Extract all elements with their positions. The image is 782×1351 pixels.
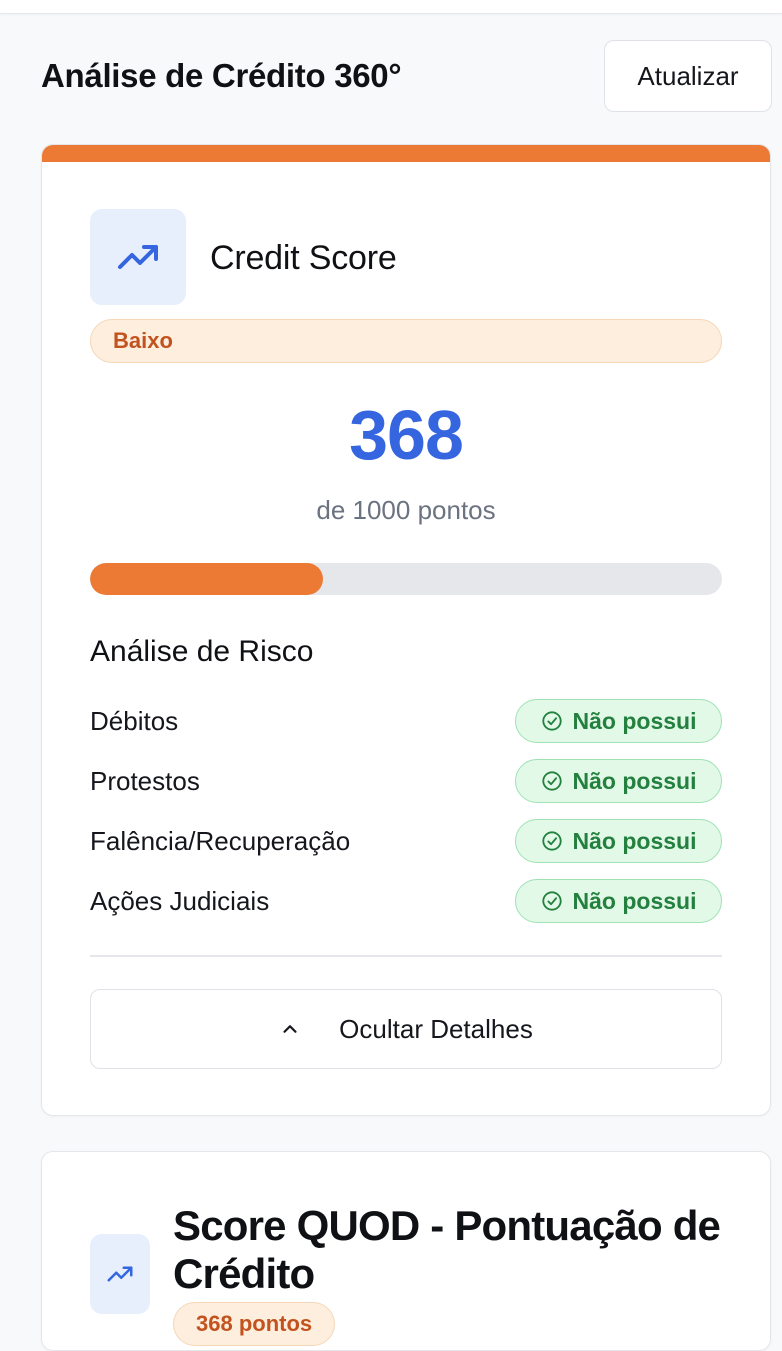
- risk-row-acoes-judiciais: Ações Judiciais Não possui: [90, 879, 722, 923]
- trending-up-icon: [90, 209, 186, 305]
- card-title: Score QUOD - Pontuação de Crédito: [173, 1202, 721, 1297]
- check-circle-icon: [541, 771, 562, 791]
- page-title: Análise de Crédito 360°: [41, 57, 402, 94]
- status-text: Não possui: [572, 827, 697, 854]
- risk-label: Protestos: [90, 765, 200, 796]
- top-bar: [0, 0, 782, 14]
- chevron-up-icon: [283, 1025, 297, 1033]
- check-circle-icon: [541, 891, 562, 911]
- risk-label: Ações Judiciais: [90, 885, 270, 916]
- points-badge: 368 pontos: [173, 1302, 336, 1346]
- hide-details-button[interactable]: Ocultar Detalhes: [90, 989, 722, 1069]
- status-text: Não possui: [572, 887, 697, 914]
- risk-label: Falência/Recuperação: [90, 825, 351, 856]
- risk-label: Débitos: [90, 705, 179, 736]
- status-text: Não possui: [572, 767, 697, 794]
- score-progress-bar: [90, 563, 722, 595]
- check-circle-icon: [541, 831, 562, 851]
- status-badge: Não possui: [515, 759, 722, 803]
- risk-row-debitos: Débitos Não possui: [90, 699, 722, 743]
- score-progress-fill: [90, 563, 323, 595]
- risk-row-falencia: Falência/Recuperação Não possui: [90, 819, 722, 863]
- refresh-button[interactable]: Atualizar: [604, 40, 772, 112]
- status-badge: Não possui: [515, 699, 722, 743]
- card-title: Credit Score: [210, 239, 397, 277]
- check-circle-icon: [541, 711, 562, 731]
- risk-section-title: Análise de Risco: [90, 635, 314, 668]
- status-badge: Não possui: [515, 879, 722, 923]
- status-text: Não possui: [572, 707, 697, 734]
- quod-score-card: Score QUOD - Pontuação de Crédito 368 po…: [41, 1151, 771, 1351]
- score-value: 368: [349, 396, 464, 474]
- risk-level-badge: Baixo: [90, 319, 722, 363]
- card-accent-bar: [42, 145, 770, 162]
- score-scale: de 1000 pontos: [316, 495, 496, 525]
- risk-row-protestos: Protestos Não possui: [90, 759, 722, 803]
- trending-up-icon: [90, 1234, 150, 1314]
- page-header: Análise de Crédito 360° Atualizar: [41, 40, 772, 112]
- status-badge: Não possui: [515, 819, 722, 863]
- hide-details-label: Ocultar Detalhes: [339, 1013, 533, 1044]
- divider: [90, 955, 722, 957]
- credit-score-card: Credit Score Baixo 368 de 1000 pontos An…: [41, 144, 771, 1116]
